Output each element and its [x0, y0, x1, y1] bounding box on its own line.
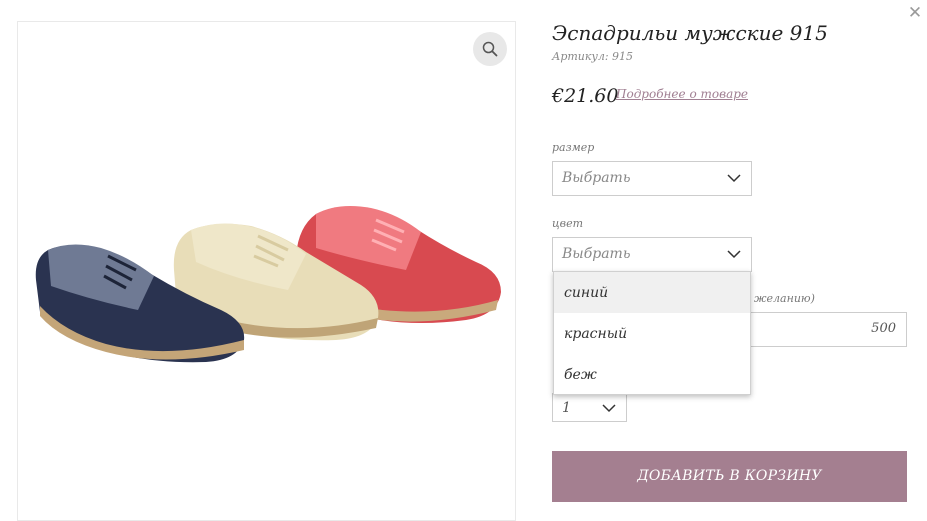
product-image-panel — [17, 21, 516, 521]
color-dropdown-list: синий красный беж — [553, 271, 751, 395]
color-option-label: красный — [564, 326, 628, 342]
size-label: размер — [552, 141, 595, 154]
search-icon — [482, 41, 498, 57]
color-option-red[interactable]: красный — [554, 313, 750, 354]
custom-price-value: 500 — [871, 321, 896, 336]
color-label: цвет — [552, 217, 584, 230]
quantity-select[interactable]: 1 — [552, 393, 627, 422]
product-title: Эспадрильи мужские 915 — [552, 21, 828, 45]
custom-price-label-tail: желанию) — [754, 292, 815, 305]
color-option-beige[interactable]: беж — [554, 354, 750, 395]
zoom-button[interactable] — [473, 32, 507, 66]
color-option-label: синий — [564, 285, 609, 301]
chevron-down-icon — [602, 404, 616, 413]
add-to-cart-button[interactable]: ДОБАВИТЬ В КОРЗИНУ — [552, 451, 907, 502]
quantity-value: 1 — [562, 400, 571, 416]
chevron-down-icon — [727, 250, 741, 259]
product-details-link[interactable]: Подробнее о товаре — [616, 87, 748, 101]
size-select-value: Выбрать — [562, 170, 631, 186]
color-option-label: беж — [564, 367, 597, 383]
color-option-blue[interactable]: синий — [554, 272, 750, 313]
chevron-down-icon — [727, 174, 741, 183]
close-icon[interactable]: ✕ — [906, 4, 924, 22]
size-select[interactable]: Выбрать — [552, 161, 752, 196]
color-select-value: Выбрать — [562, 246, 631, 262]
product-photo — [35, 206, 501, 363]
color-select[interactable]: Выбрать — [552, 237, 752, 272]
product-price: €21.60 — [552, 85, 619, 107]
product-sku: Артикул: 915 — [552, 50, 634, 63]
